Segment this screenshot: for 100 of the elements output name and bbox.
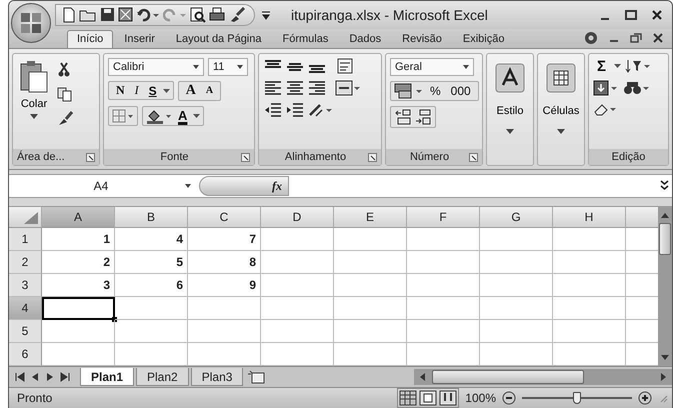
- font-size-dropdown[interactable]: 11: [208, 58, 248, 76]
- sheet-tab[interactable]: Plan2: [136, 368, 189, 386]
- next-sheet-icon[interactable]: [45, 372, 55, 382]
- row-header[interactable]: 1: [9, 228, 42, 252]
- thousands-separator-button[interactable]: 000: [446, 84, 475, 98]
- ribbon-tab[interactable]: Revisão: [392, 30, 452, 48]
- dialog-launcher-icon[interactable]: [368, 152, 377, 162]
- shrink-font-button[interactable]: A: [202, 85, 218, 96]
- ribbon-tab[interactable]: Início: [67, 30, 114, 48]
- dialog-launcher-icon[interactable]: [469, 152, 478, 162]
- previous-sheet-icon[interactable]: [30, 372, 40, 382]
- borders-icon[interactable]: [112, 108, 134, 124]
- wrap-text-icon[interactable]: [335, 58, 355, 74]
- format-painter-icon[interactable]: [57, 110, 73, 126]
- insert-sheet-icon[interactable]: [247, 370, 268, 384]
- merge-cells-icon[interactable]: [335, 80, 361, 96]
- zoom-level[interactable]: 100%: [465, 390, 496, 405]
- select-all-corner[interactable]: [9, 207, 42, 228]
- new-document-icon[interactable]: [62, 6, 76, 23]
- insert-function-button[interactable]: fx: [199, 176, 289, 196]
- customize-dropdown-icon[interactable]: [261, 8, 271, 21]
- fill-color-icon[interactable]: [146, 108, 172, 124]
- row-header[interactable]: 6: [9, 343, 42, 366]
- bold-button[interactable]: N: [112, 83, 129, 98]
- close-icon[interactable]: [652, 32, 664, 44]
- column-header[interactable]: H: [553, 207, 626, 228]
- column-header[interactable]: [626, 207, 658, 228]
- undo-icon[interactable]: [136, 7, 160, 22]
- ribbon-tab[interactable]: Exibição: [452, 30, 514, 48]
- paste-button[interactable]: Colar: [17, 58, 51, 150]
- underline-button[interactable]: S: [144, 84, 161, 98]
- scrollbar-thumb[interactable]: [659, 223, 671, 256]
- help-icon[interactable]: [584, 30, 598, 45]
- name-box[interactable]: A4: [9, 175, 199, 198]
- fill-icon[interactable]: [593, 80, 619, 96]
- horizontal-scrollbar[interactable]: [414, 369, 672, 386]
- grow-font-button[interactable]: A: [182, 82, 200, 99]
- ribbon-tab[interactable]: Inserir: [114, 30, 165, 48]
- last-sheet-icon[interactable]: [60, 372, 70, 382]
- ribbon-tab[interactable]: Fórmulas: [272, 30, 338, 48]
- ribbon-tab[interactable]: Dados: [339, 30, 392, 48]
- first-sheet-icon[interactable]: [15, 372, 25, 382]
- styles-button[interactable]: Estilo: [487, 54, 533, 166]
- caret-icon[interactable]: [162, 88, 170, 93]
- page-break-preview-icon[interactable]: [439, 390, 458, 406]
- column-header[interactable]: D: [261, 207, 334, 228]
- percent-button[interactable]: %: [426, 84, 445, 98]
- active-cell[interactable]: [42, 297, 115, 320]
- zoom-out-icon[interactable]: [502, 390, 516, 405]
- italic-button[interactable]: I: [130, 83, 143, 98]
- autosum-button[interactable]: Σ: [593, 58, 610, 75]
- column-header[interactable]: B: [115, 207, 188, 228]
- text-orientation-icon[interactable]: [307, 102, 333, 118]
- resize-grip-icon[interactable]: [658, 392, 668, 403]
- align-left-icon[interactable]: [263, 80, 283, 96]
- font-name-dropdown[interactable]: Calibri: [108, 58, 204, 76]
- dialog-launcher-icon[interactable]: [86, 152, 95, 162]
- cells-button[interactable]: Células: [538, 54, 584, 166]
- zoom-slider[interactable]: [522, 390, 632, 405]
- restore-icon[interactable]: [630, 32, 642, 44]
- column-header[interactable]: E: [334, 207, 407, 228]
- maximize-icon[interactable]: [624, 8, 638, 22]
- row-header[interactable]: 3: [9, 274, 42, 298]
- decrease-indent-icon[interactable]: [263, 102, 283, 118]
- down-arrow-icon[interactable]: [660, 354, 670, 362]
- close-icon[interactable]: [650, 8, 664, 22]
- column-header[interactable]: G: [480, 207, 553, 228]
- number-format-dropdown[interactable]: Geral: [390, 58, 474, 76]
- right-arrow-icon[interactable]: [660, 372, 668, 382]
- sort-filter-icon[interactable]: [625, 58, 652, 74]
- decrease-decimal-icon[interactable]: [414, 108, 432, 126]
- sheet-tab[interactable]: Plan3: [190, 368, 244, 386]
- ribbon-tab[interactable]: Layout da Página: [166, 30, 272, 48]
- up-arrow-icon[interactable]: [660, 211, 670, 220]
- scrollbar-thumb[interactable]: [432, 370, 584, 384]
- caret-icon[interactable]: [193, 114, 200, 118]
- column-header[interactable]: C: [188, 207, 261, 228]
- currency-format-icon[interactable]: [394, 82, 424, 99]
- scissors-icon[interactable]: [57, 62, 71, 78]
- binoculars-icon[interactable]: [623, 80, 649, 96]
- increase-decimal-icon[interactable]: [394, 108, 412, 126]
- magnifier-icon[interactable]: [190, 6, 206, 23]
- row-header[interactable]: 5: [9, 320, 42, 344]
- row-header[interactable]: 4: [9, 297, 42, 320]
- sheet-tab[interactable]: Plan1: [80, 368, 134, 386]
- column-header[interactable]: A: [42, 207, 115, 228]
- column-header[interactable]: F: [407, 207, 480, 228]
- align-right-icon[interactable]: [307, 80, 327, 96]
- align-center-icon[interactable]: [285, 80, 305, 96]
- copy-icon[interactable]: [57, 86, 73, 102]
- vertical-scrollbar[interactable]: [658, 207, 672, 366]
- print-preview-icon[interactable]: [118, 7, 133, 22]
- left-arrow-icon[interactable]: [418, 372, 426, 382]
- row-header[interactable]: 2: [9, 251, 42, 274]
- increase-indent-icon[interactable]: [285, 102, 305, 118]
- zoom-slider-thumb[interactable]: [573, 392, 581, 404]
- caret-icon[interactable]: [614, 64, 622, 68]
- normal-view-icon[interactable]: [399, 390, 418, 406]
- zoom-in-icon[interactable]: [638, 390, 652, 405]
- printer-icon[interactable]: [209, 6, 225, 23]
